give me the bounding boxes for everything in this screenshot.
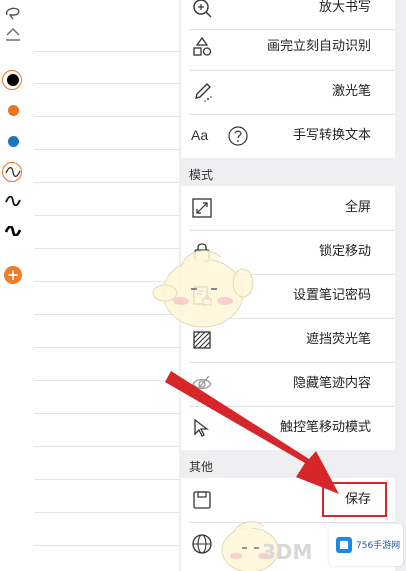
menu-item-label: 全屏 — [344, 200, 371, 215]
menu-item-auto-recognize[interactable]: 画完立刻自动识别 — [181, 25, 395, 69]
color-orange-swatch[interactable] — [0, 97, 26, 123]
color-blue-swatch[interactable] — [0, 128, 26, 154]
stylus-move-icon — [191, 417, 213, 439]
menu-item-laser-pen[interactable]: 激光笔 — [181, 70, 395, 114]
section-title-mode: 模式 — [189, 168, 214, 182]
menu-item-fullscreen[interactable]: 全屏 — [181, 186, 395, 230]
add-color-button[interactable]: + — [0, 262, 26, 288]
color-black-swatch[interactable] — [0, 67, 26, 93]
menu-item-hide-ink[interactable]: 隐藏笔迹内容 — [181, 362, 395, 406]
section-title-other: 其他 — [189, 460, 214, 474]
menu-item-label: 隐藏笔迹内容 — [292, 376, 371, 391]
laser-pen-icon — [191, 81, 213, 103]
globe-icon — [191, 533, 213, 555]
fullscreen-icon — [191, 197, 213, 219]
tool-strip: + — [0, 0, 26, 571]
save-icon — [191, 489, 213, 511]
menu-item-label: 遮挡荧光笔 — [305, 332, 371, 347]
menu-item-label: 激光笔 — [331, 84, 371, 99]
stroke-thin-icon[interactable] — [0, 159, 26, 185]
menu-item-label: 锁定移动 — [318, 244, 371, 259]
watermark-logo-icon — [336, 537, 352, 553]
save-highlight-box — [322, 482, 387, 517]
menu-item-label: 触控笔移动模式 — [279, 420, 371, 435]
menu-item-label: 画完立刻自动识别 — [266, 39, 371, 54]
menu-item-label: 手写转换文本 — [292, 128, 371, 143]
collapse-toolbar-icon[interactable] — [0, 22, 26, 48]
mascot-watermark-icon — [152, 250, 254, 328]
zoom-in-icon — [191, 0, 213, 19]
menu-item-handwriting-to-text[interactable]: Aa 手写转换文本 — [181, 114, 395, 158]
shape-recognize-icon — [191, 36, 213, 58]
watermark-3dm-text: 3DM — [262, 540, 313, 564]
highlighter-mask-icon — [191, 329, 213, 351]
menu-item-stylus-move-mode[interactable]: 触控笔移动模式 — [181, 406, 395, 450]
stroke-thick-icon[interactable] — [0, 218, 26, 244]
menu-item-label: 设置笔记密码 — [292, 288, 371, 303]
handwriting-to-text-icon: Aa — [191, 125, 248, 147]
watermark-badge-text: 756手游网 — [356, 541, 401, 551]
menu-group-top: 放大书写 画完立刻自动识别 激光笔 Aa 手写转换文本 — [181, 0, 395, 158]
hide-ink-icon — [191, 373, 213, 395]
watermark-badge: 756手游网 — [329, 524, 403, 566]
stroke-medium-icon[interactable] — [0, 188, 26, 214]
